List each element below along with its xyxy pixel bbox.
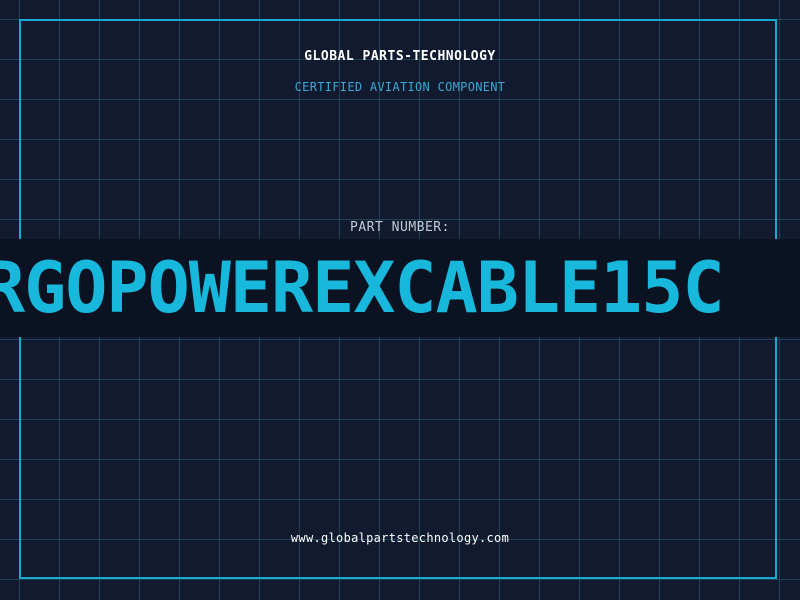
part-number-label: PART NUMBER: <box>350 220 450 235</box>
website-url: www.globalpartstechnology.com <box>290 531 510 545</box>
certificate-page: GLOBAL PARTS-TECHNOLOGY CERTIFIED AVIATI… <box>0 0 800 600</box>
subtitle: CERTIFIED AVIATION COMPONENT <box>294 80 506 94</box>
part-number-band: RGOPOWEREXCABLE15C <box>0 239 800 337</box>
part-number-value: RGOPOWEREXCABLE15C <box>0 247 725 329</box>
brand-title: GLOBAL PARTS-TECHNOLOGY <box>304 49 496 64</box>
